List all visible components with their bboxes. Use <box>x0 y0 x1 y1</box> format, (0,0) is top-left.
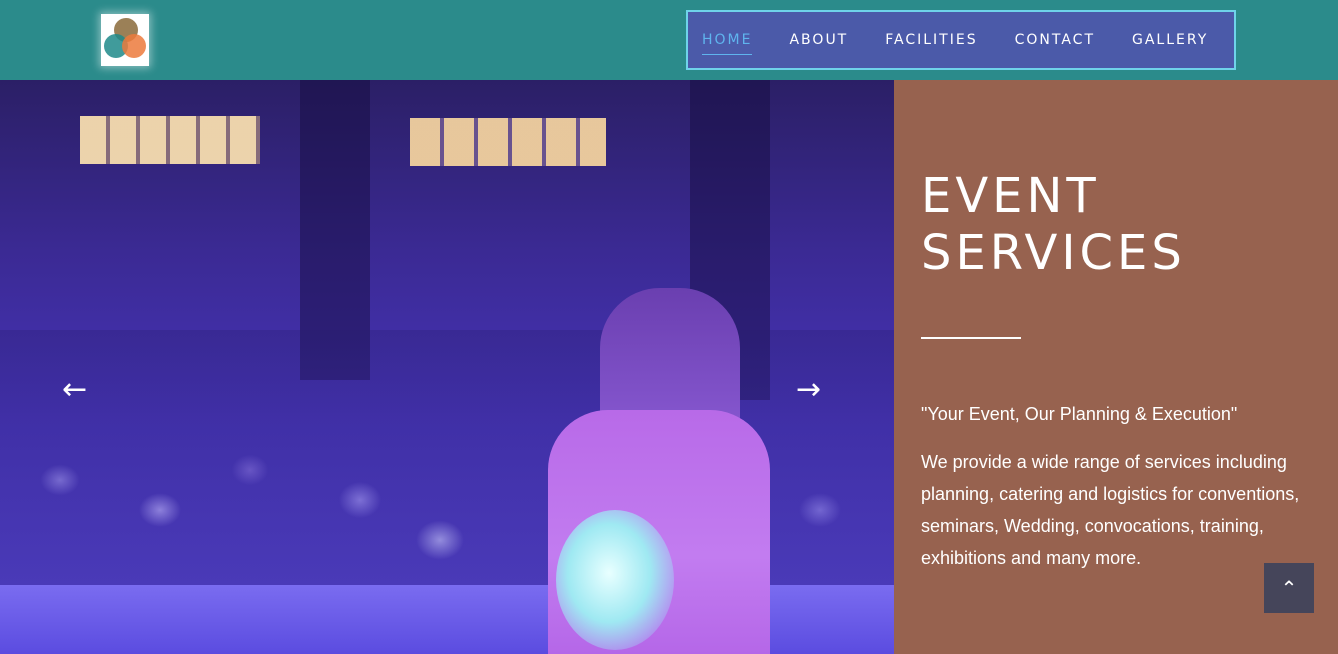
scroll-to-top-button[interactable]: ⌃ <box>1264 563 1314 613</box>
top-bar: HOME ABOUT FACILITIES CONTACT GALLERY <box>0 0 1338 80</box>
background-window <box>410 118 606 166</box>
slider-next-arrow-icon[interactable]: → <box>796 375 821 405</box>
slider-prev-arrow-icon[interactable]: ← <box>62 375 87 405</box>
stage-light-spot <box>556 510 674 650</box>
background-window <box>80 116 260 164</box>
hero-image-slider: ← → <box>0 80 894 654</box>
logo-icon[interactable] <box>101 14 149 66</box>
main-nav: HOME ABOUT FACILITIES CONTACT GALLERY <box>686 10 1236 70</box>
panel-title: EVENT SERVICES <box>921 168 1186 281</box>
nav-gallery[interactable]: GALLERY <box>1132 32 1208 48</box>
nav-contact[interactable]: CONTACT <box>1015 32 1095 48</box>
nav-home[interactable]: HOME <box>702 32 753 55</box>
logo-circle-orange <box>122 34 146 58</box>
nav-facilities[interactable]: FACILITIES <box>885 32 977 48</box>
panel-description: We provide a wide range of services incl… <box>921 452 1300 568</box>
title-divider <box>921 337 1021 339</box>
panel-quote: "Your Event, Our Planning & Execution" <box>921 404 1238 424</box>
chevron-up-icon: ⌃ <box>1280 576 1298 600</box>
nav-about[interactable]: ABOUT <box>789 32 848 48</box>
